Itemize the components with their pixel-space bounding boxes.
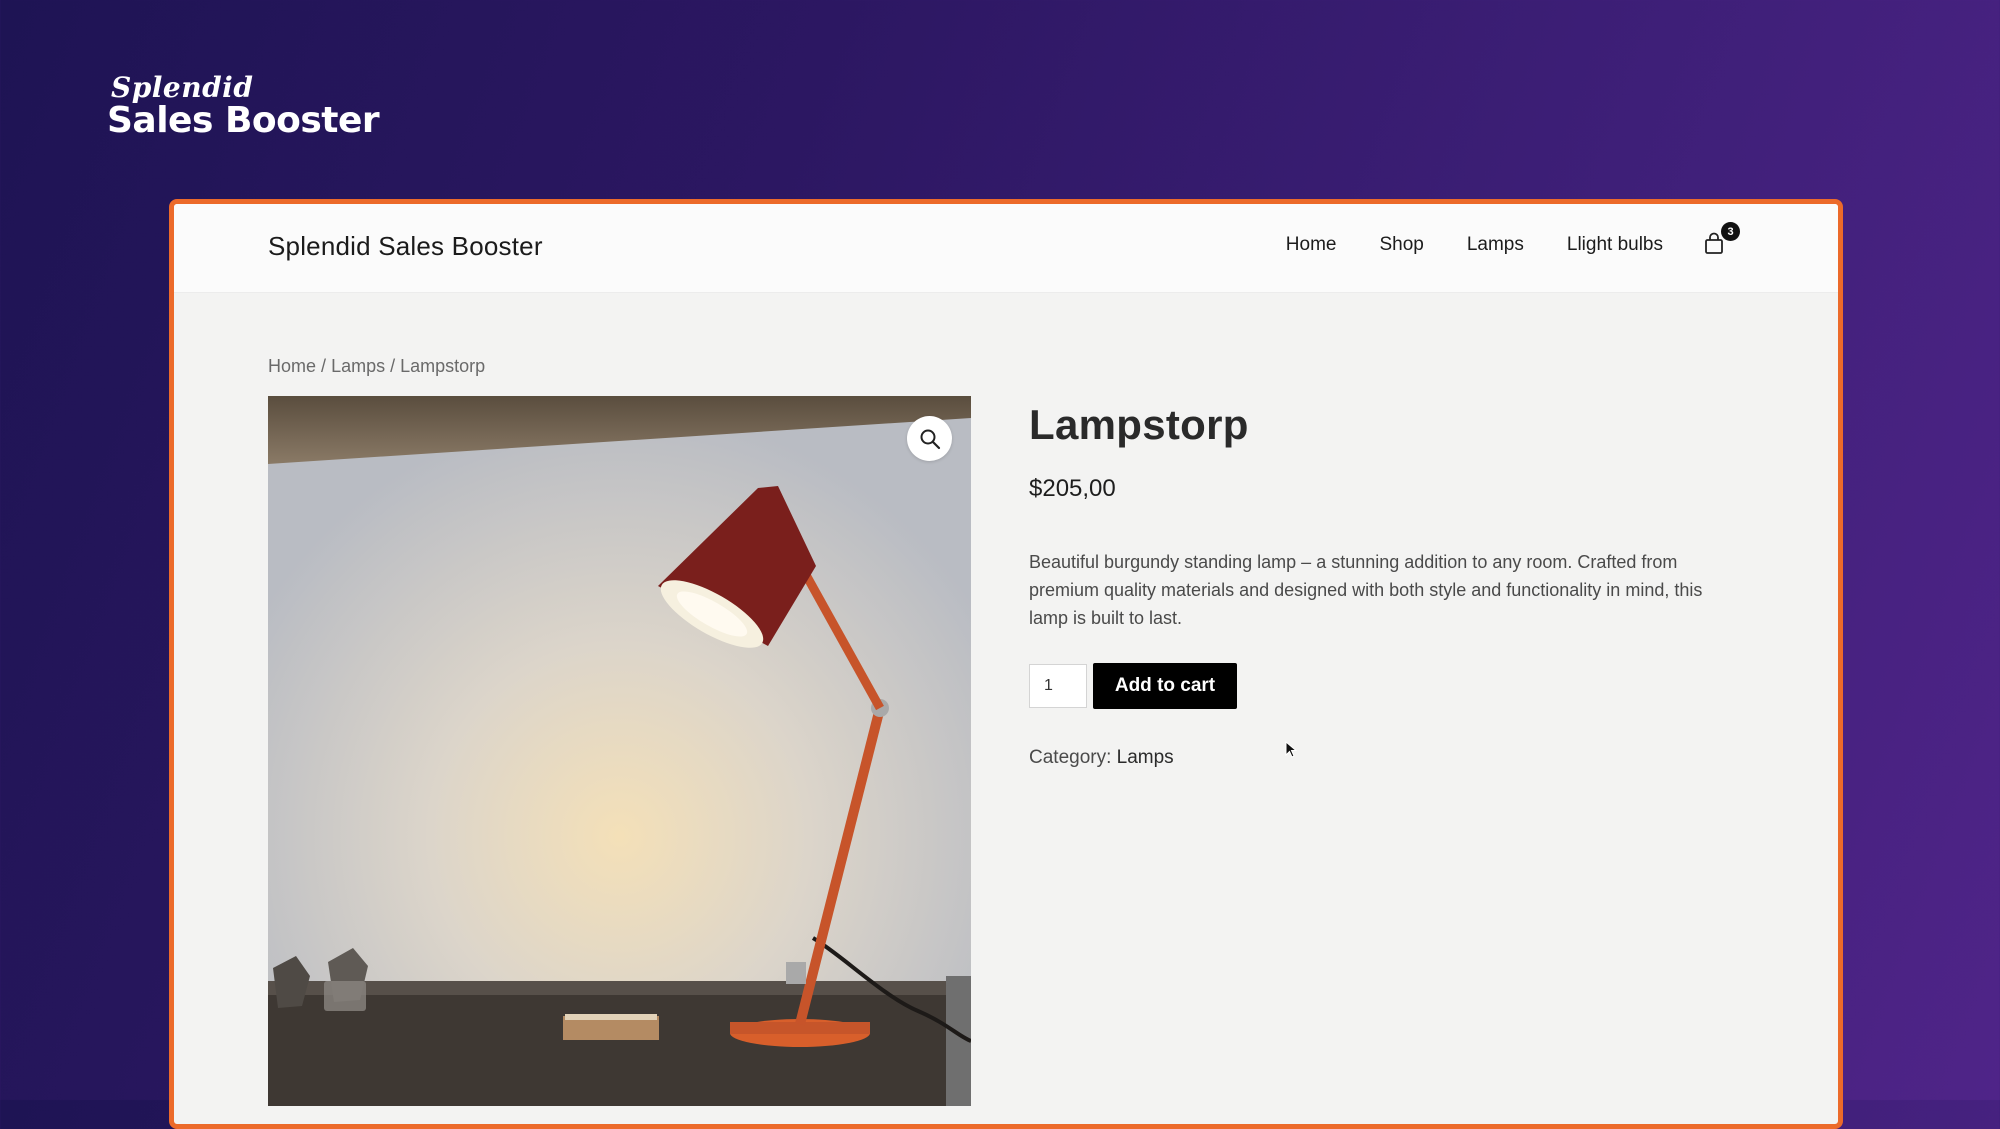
nav-lamps[interactable]: Lamps bbox=[1467, 234, 1524, 256]
brand-main-text: Sales Booster bbox=[107, 100, 380, 141]
quantity-input[interactable] bbox=[1029, 664, 1087, 708]
category-link[interactable]: Lamps bbox=[1117, 747, 1174, 768]
add-to-cart-form: Add to cart bbox=[1029, 663, 1729, 709]
zoom-button[interactable] bbox=[907, 416, 952, 461]
product-title: Lampstorp bbox=[1029, 401, 1249, 448]
breadcrumb-home[interactable]: Home bbox=[268, 356, 316, 376]
browser-frame: Splendid Sales Booster Home Shop Lamps L… bbox=[169, 199, 1843, 1129]
breadcrumb-separator: / bbox=[321, 356, 327, 376]
product-summary: Lampstorp $205,00 Beautiful burgundy sta… bbox=[1029, 401, 1729, 769]
mouse-cursor-icon bbox=[1285, 741, 1297, 758]
nav-shop[interactable]: Shop bbox=[1379, 234, 1423, 256]
lamp-photo bbox=[268, 396, 971, 1106]
category-label: Category: bbox=[1029, 747, 1112, 768]
product-category: Category: Lamps bbox=[1029, 747, 1729, 769]
breadcrumb-separator: / bbox=[390, 356, 396, 376]
nav-light-bulbs[interactable]: Llight bulbs bbox=[1567, 234, 1663, 256]
promo-brand-logo: Splendid Sales Booster bbox=[107, 71, 380, 141]
cart-button[interactable]: 3 bbox=[1704, 222, 1740, 258]
breadcrumb: Home / Lamps / Lampstorp bbox=[268, 356, 485, 377]
brand-script-text: Splendid bbox=[111, 71, 254, 104]
product-price: $205,00 bbox=[1029, 475, 1116, 502]
site-title[interactable]: Splendid Sales Booster bbox=[268, 231, 543, 262]
site-header: Splendid Sales Booster Home Shop Lamps L… bbox=[174, 204, 1838, 293]
magnifier-icon bbox=[920, 429, 940, 449]
breadcrumb-lamps[interactable]: Lamps bbox=[331, 356, 385, 376]
product-description: Beautiful burgundy standing lamp – a stu… bbox=[1029, 552, 1703, 628]
add-to-cart-button[interactable]: Add to cart bbox=[1093, 663, 1237, 709]
cart-count-badge: 3 bbox=[1721, 222, 1740, 241]
nav-home[interactable]: Home bbox=[1286, 234, 1337, 256]
breadcrumb-current: Lampstorp bbox=[400, 356, 486, 376]
main-nav: Home Shop Lamps Llight bulbs bbox=[1286, 234, 1663, 256]
product-image[interactable] bbox=[268, 396, 971, 1106]
